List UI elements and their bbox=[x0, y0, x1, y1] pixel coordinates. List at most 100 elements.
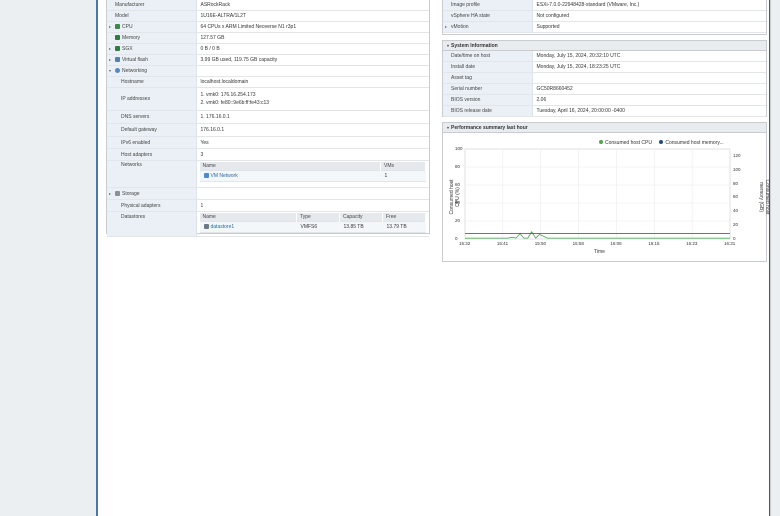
configuration-table: Image profile ESXi-7.0.0-22948428-standar… bbox=[443, 0, 766, 33]
system-information-table: Date/time on host Monday, July 15, 2024, … bbox=[443, 51, 766, 117]
x-tick-label: 15:32 bbox=[459, 241, 471, 246]
x-tick-label: 15:41 bbox=[496, 241, 509, 246]
dns-label: DNS servers bbox=[107, 110, 197, 124]
bios-release-date-row: BIOS release date Tuesday, April 16, 2024… bbox=[443, 105, 766, 117]
bios-release-date-label: BIOS release date bbox=[443, 105, 533, 117]
storage-row[interactable]: ▸ Storage bbox=[107, 187, 429, 200]
vm-network-icon bbox=[203, 173, 209, 178]
model-row: Model 1U16E-ALTRA/1L2T bbox=[107, 10, 429, 22]
sgx-key-text: SGX bbox=[122, 46, 133, 52]
cpu-value: 64 CPUs x ARM Limited Neoverse N1 r3p1 bbox=[196, 21, 429, 33]
ip-address-1: 1. vmk0: 176.16.254.173 bbox=[200, 92, 256, 98]
image-profile-row: Image profile ESXi-7.0.0-22948428-standar… bbox=[443, 0, 766, 11]
ds-capacity: 13.85 TB bbox=[339, 221, 383, 233]
performance-panel: ▾ Performance summary last hour Consumed … bbox=[442, 122, 770, 262]
virtual-flash-row[interactable]: ▸ Virtual flash 3.99 GB used, 119.75 GB ca… bbox=[107, 54, 429, 66]
y-tick-label: 20 bbox=[455, 218, 461, 223]
bios-version-row: BIOS version 2.06 bbox=[443, 94, 766, 106]
vertical-scrollbar[interactable] bbox=[770, 0, 780, 516]
image-profile-value: ESXi-7.0.0-22948428-standard (VMware, In… bbox=[532, 0, 766, 11]
ds-col-type: Type bbox=[296, 213, 340, 222]
cpu-row[interactable]: ▸ CPU 64 CPUs x ARM Limited Neoverse N1 r3… bbox=[107, 21, 429, 33]
networking-row[interactable]: ▾ Networking bbox=[107, 65, 429, 77]
host-adapters-value: 3 bbox=[196, 148, 429, 161]
asset-tag-value bbox=[532, 72, 766, 84]
sidebar-splitter[interactable] bbox=[96, 0, 98, 516]
cpu-icon bbox=[115, 24, 120, 29]
ds-col-free: Free bbox=[382, 213, 426, 222]
ds-type: VMFS6 bbox=[296, 221, 340, 233]
cpu-key-text: CPU bbox=[122, 24, 133, 30]
model-value: 1U16E-ALTRA/1L2T bbox=[196, 10, 429, 22]
memory-key-text: Memory bbox=[122, 35, 141, 41]
datastore-row[interactable]: datastore1 VMFS6 13.85 TB 13.79 TB bbox=[199, 221, 426, 233]
ip-addresses-row: IP addresses 1. vmk0: 176.16.254.173 2. … bbox=[107, 87, 429, 111]
y2-tick-label: 100 bbox=[733, 166, 741, 172]
networking-label: ▾ Networking bbox=[107, 65, 197, 77]
bios-version-key-text: BIOS version bbox=[451, 97, 481, 103]
vsphere-ha-state-label: vSphere HA state bbox=[443, 10, 533, 22]
storage-icon bbox=[115, 190, 120, 196]
y2-tick-label: 60 bbox=[733, 194, 739, 200]
vmotion-row[interactable]: ▸ vMotion Supported bbox=[443, 21, 766, 33]
ip-addresses-label: IP addresses bbox=[107, 87, 197, 111]
y-tick-label: 60 bbox=[455, 182, 461, 187]
y-tick-label: 40 bbox=[455, 200, 461, 205]
vsphere-ha-state-value: Not configured bbox=[532, 10, 766, 22]
network-row[interactable]: VM Network 1 bbox=[199, 170, 426, 182]
dns-value: 1. 176.16.0.1 bbox=[196, 110, 429, 124]
ds-col-capacity: Capacity bbox=[339, 213, 383, 222]
system-information-header[interactable]: ▾ System Information bbox=[443, 41, 766, 51]
x-tick-label: 16:23 bbox=[686, 241, 698, 246]
manufacturer-row: Manufacturer ASRockRack bbox=[107, 0, 429, 11]
virtual-flash-key-text: Virtual flash bbox=[122, 57, 149, 63]
memory-label: Memory bbox=[107, 32, 197, 44]
y2-tick-label: 40 bbox=[733, 208, 739, 214]
x-tick-label: 16:06 bbox=[610, 241, 622, 246]
serial-number-label: Serial number bbox=[443, 83, 533, 95]
gateway-label: Default gateway bbox=[107, 123, 197, 137]
networks-label: Networks bbox=[107, 160, 197, 188]
physical-adapters-value: 1 bbox=[196, 199, 429, 212]
sgx-value: 0 B / 0 B bbox=[196, 43, 429, 55]
navigator-sidebar bbox=[0, 0, 97, 516]
networks-row: Networks Name VMs VM Network 1 bbox=[107, 160, 429, 188]
vm-network-link[interactable]: VM Network bbox=[211, 173, 238, 179]
y2-tick-label: 0 bbox=[733, 236, 736, 241]
manufacturer-label: Manufacturer bbox=[107, 0, 197, 11]
plot-area bbox=[464, 148, 731, 240]
hostname-row: Hostname localhost.localdomain bbox=[107, 76, 429, 88]
vsphere-ha-state-key-text: vSphere HA state bbox=[451, 13, 490, 19]
bios-release-date-key-text: BIOS release date bbox=[451, 108, 492, 114]
serial-number-row: Serial number GC50R8660452 bbox=[443, 83, 766, 95]
asset-tag-row: Asset tag bbox=[443, 72, 766, 84]
vsphere-ha-state-row: vSphere HA state Not configured bbox=[443, 10, 766, 22]
network-vms: 1 bbox=[380, 170, 426, 182]
hostname-key-text: Hostname bbox=[121, 79, 144, 85]
system-information-panel: ▾ System Information Date/time on host Mon… bbox=[442, 40, 767, 117]
physical-adapters-label: Physical adapters bbox=[107, 199, 197, 212]
ipv6-row: IPv6 enabled Yes bbox=[107, 136, 429, 149]
vmotion-value: Supported bbox=[532, 21, 766, 33]
y-tick-label: 100 bbox=[455, 146, 463, 151]
dns-row: DNS servers 1. 176.16.0.1 bbox=[107, 110, 429, 124]
date-time-on-host-value: Monday, July 15, 2024, 20:32:10 UTC bbox=[532, 51, 766, 62]
memory-row: Memory 127.57 GB bbox=[107, 32, 429, 44]
sgx-row[interactable]: ▸ SGX 0 B / 0 B bbox=[107, 43, 429, 55]
vmotion-label: ▸ vMotion bbox=[443, 21, 533, 33]
datastores-table: Name Type Capacity Free datastore1 VMFS6… bbox=[199, 213, 426, 233]
configuration-panel: Image profile ESXi-7.0.0-22948428-standar… bbox=[442, 0, 767, 35]
host-adapters-label: Host adapters bbox=[107, 148, 197, 161]
cpu-label: ▸ CPU bbox=[107, 21, 197, 33]
serial-number-value: GC50R8660452 bbox=[532, 83, 766, 95]
date-time-on-host-key-text: Date/time on host bbox=[451, 53, 491, 59]
y-tick-label: 0 bbox=[455, 236, 458, 241]
collapse-chevron-icon[interactable]: ▾ bbox=[447, 43, 449, 48]
model-label: Model bbox=[107, 10, 197, 22]
datastore-icon bbox=[203, 224, 209, 229]
networking-value bbox=[196, 65, 429, 77]
image-profile-key-text: Image profile bbox=[451, 2, 480, 8]
datastore-link[interactable]: datastore1 bbox=[211, 224, 235, 230]
storage-label: Storage bbox=[122, 190, 140, 197]
install-date-key-text: Install date bbox=[451, 64, 476, 70]
